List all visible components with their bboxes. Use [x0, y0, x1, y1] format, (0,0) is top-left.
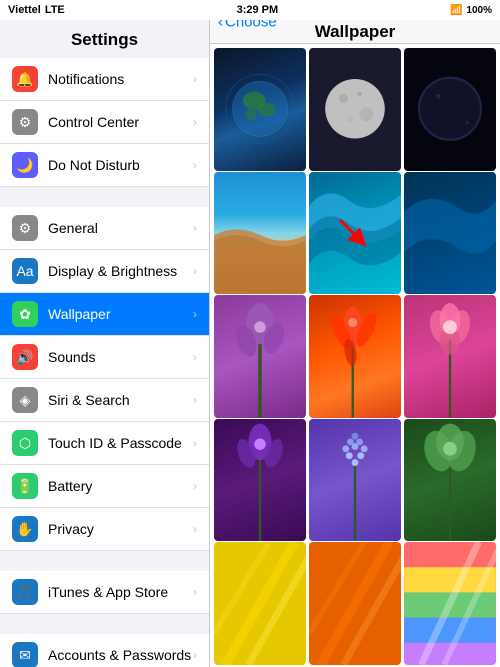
status-bar: Viettel LTE 3:29 PM 📶 100%	[0, 0, 500, 20]
status-right: 📶 100%	[450, 5, 492, 16]
battery-icon: 🔋	[12, 473, 38, 499]
sidebar-item-itunes[interactable]: 🎵 iTunes & App Store ›	[0, 571, 209, 614]
sounds-icon: 🔊	[12, 344, 38, 370]
chevron-icon: ›	[193, 479, 197, 493]
chevron-icon: ›	[193, 72, 197, 86]
control-center-label: Control Center	[48, 114, 139, 130]
main-content: ‹ Choose Wallpaper	[210, 0, 500, 667]
wallpaper-item-multicolor[interactable]	[404, 542, 496, 665]
status-time: 3:29 PM	[237, 4, 279, 16]
chevron-icon: ›	[193, 264, 197, 278]
chevron-icon: ›	[193, 158, 197, 172]
sidebar-item-accounts[interactable]: ✉ Accounts & Passwords ›	[0, 634, 209, 667]
wallpaper-item-earth[interactable]	[214, 48, 306, 171]
wifi-icon: 📶	[450, 5, 462, 16]
wallpaper-item-blue-hyacinth[interactable]	[309, 419, 401, 542]
general-label: General	[48, 220, 98, 236]
wallpaper-item-dark-wave[interactable]	[404, 172, 496, 295]
sidebar-item-general[interactable]: ⚙ General ›	[0, 207, 209, 250]
sidebar-item-sounds[interactable]: 🔊 Sounds ›	[0, 336, 209, 379]
chevron-icon: ›	[193, 350, 197, 364]
touch-id-icon: ⬡	[12, 430, 38, 456]
privacy-label: Privacy	[48, 521, 94, 537]
sidebar-item-control-center[interactable]: ⚙ Control Center ›	[0, 101, 209, 144]
chevron-icon: ›	[193, 585, 197, 599]
sidebar-title: Settings	[0, 20, 209, 58]
display-label: Display & Brightness	[48, 263, 177, 279]
dnd-label: Do Not Disturb	[48, 157, 140, 173]
chevron-icon: ›	[193, 393, 197, 407]
wallpaper-grid	[210, 44, 500, 667]
sounds-label: Sounds	[48, 349, 95, 365]
wallpaper-label: Wallpaper	[48, 306, 111, 322]
touch-id-label: Touch ID & Passcode	[48, 435, 182, 451]
sidebar-item-notifications[interactable]: 🔔 Notifications ›	[0, 58, 209, 101]
wallpaper-item-yellow-stripes[interactable]	[214, 542, 306, 665]
privacy-icon: ✋	[12, 516, 38, 542]
itunes-label: iTunes & App Store	[48, 584, 168, 600]
chevron-icon: ›	[193, 436, 197, 450]
wallpaper-item-green-flower[interactable]	[404, 419, 496, 542]
notifications-icon: 🔔	[12, 66, 38, 92]
siri-label: Siri & Search	[48, 392, 130, 408]
accounts-label: Accounts & Passwords	[48, 647, 191, 663]
sidebar-item-wallpaper[interactable]: ✿ Wallpaper ›	[0, 293, 209, 336]
nav-title: Wallpaper	[315, 22, 396, 42]
carrier-label: Viettel	[8, 4, 41, 16]
network-label: LTE	[45, 4, 65, 16]
chevron-icon: ›	[193, 522, 197, 536]
display-icon: Aa	[12, 258, 38, 284]
sidebar-item-privacy[interactable]: ✋ Privacy ›	[0, 508, 209, 551]
chevron-icon: ›	[193, 221, 197, 235]
sidebar-item-battery[interactable]: 🔋 Battery ›	[0, 465, 209, 508]
battery-label: Battery	[48, 478, 92, 494]
wallpaper-item-red-flower[interactable]	[309, 295, 401, 418]
sidebar-item-touch-id[interactable]: ⬡ Touch ID & Passcode ›	[0, 422, 209, 465]
sidebar-item-do-not-disturb[interactable]: 🌙 Do Not Disturb ›	[0, 144, 209, 187]
wallpaper-item-wave[interactable]	[309, 172, 401, 295]
chevron-icon: ›	[193, 307, 197, 321]
accounts-icon: ✉	[12, 642, 38, 667]
control-center-icon: ⚙	[12, 109, 38, 135]
wallpaper-item-dark-planet[interactable]	[404, 48, 496, 171]
sidebar-item-siri[interactable]: ◈ Siri & Search ›	[0, 379, 209, 422]
sidebar: Settings 🔔 Notifications › ⚙ Control Cen…	[0, 0, 210, 667]
wallpaper-item-dark-purple-flower[interactable]	[214, 419, 306, 542]
status-left: Viettel LTE	[8, 4, 65, 16]
notifications-label: Notifications	[48, 71, 124, 87]
siri-icon: ◈	[12, 387, 38, 413]
wallpaper-item-moon[interactable]	[309, 48, 401, 171]
wallpaper-item-pink-flower[interactable]	[404, 295, 496, 418]
general-icon: ⚙	[12, 215, 38, 241]
chevron-icon: ›	[193, 648, 197, 662]
wallpaper-item-ios-beach[interactable]	[214, 172, 306, 295]
wallpaper-icon: ✿	[12, 301, 38, 327]
battery-label: 100%	[466, 5, 492, 16]
itunes-icon: 🎵	[12, 579, 38, 605]
sidebar-item-display[interactable]: Aa Display & Brightness ›	[0, 250, 209, 293]
chevron-icon: ›	[193, 115, 197, 129]
dnd-icon: 🌙	[12, 152, 38, 178]
wallpaper-item-orange-stripes[interactable]	[309, 542, 401, 665]
wallpaper-item-purple-flower[interactable]	[214, 295, 306, 418]
